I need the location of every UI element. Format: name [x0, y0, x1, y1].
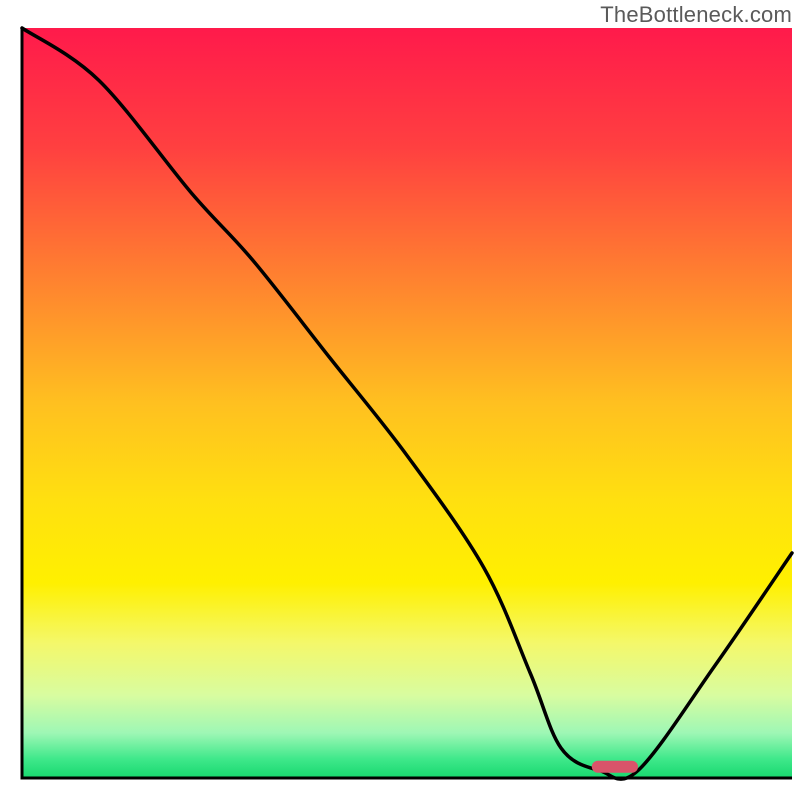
chart-canvas [0, 0, 800, 800]
plot-background [22, 28, 792, 778]
watermark-label: TheBottleneck.com [600, 2, 792, 28]
chart-frame: TheBottleneck.com [0, 0, 800, 800]
optimal-marker [592, 761, 638, 773]
